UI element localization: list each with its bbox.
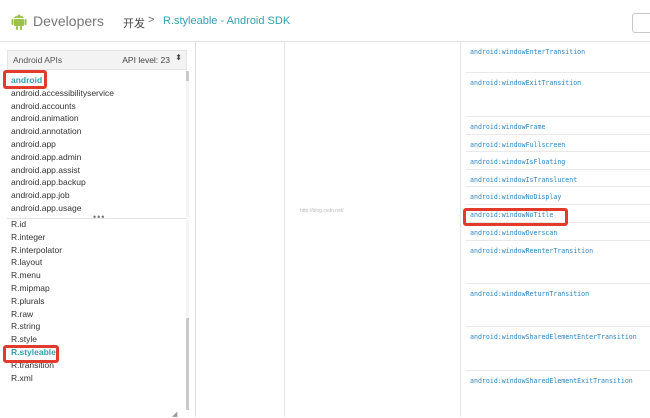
attribute-row: android:windowEnterTransition	[466, 42, 650, 72]
class-item[interactable]: R.layout	[7, 256, 62, 269]
package-item[interactable]: android.app	[7, 138, 114, 151]
attribute-row: android:windowIsFloating	[466, 151, 650, 169]
attribute-row: android:windowSharedElementEnterTransiti…	[466, 326, 650, 370]
column-divider	[460, 42, 461, 417]
search-input[interactable]	[632, 13, 650, 33]
package-item[interactable]: android.accounts	[7, 100, 114, 113]
api-level-select[interactable]: API level: 23	[122, 55, 170, 65]
top-header: Developers 开发 > R.styleable - Android SD…	[0, 0, 650, 42]
package-item[interactable]: android.app.backup	[7, 176, 114, 189]
watermark-text: http://blog.csdn.net/	[300, 208, 344, 214]
attribute-link[interactable]: android:windowReenterTransition	[470, 247, 593, 255]
package-item[interactable]: android.app.job	[7, 189, 114, 202]
column-divider	[284, 42, 285, 417]
class-item[interactable]: R.raw	[7, 308, 62, 321]
highlight-box-window-no-title	[463, 208, 568, 226]
attribute-row: android:windowReenterTransition	[466, 240, 650, 283]
api-level-bar: Android APIs API level: 23 ⬍	[7, 50, 187, 70]
api-level-arrow-icon[interactable]: ⬍	[175, 53, 182, 62]
attribute-link[interactable]: android:windowFrame	[470, 123, 545, 131]
class-item[interactable]: R.plurals	[7, 295, 62, 308]
attribute-link[interactable]: android:windowExitTransition	[470, 79, 581, 87]
package-scrollbar[interactable]	[186, 71, 189, 217]
class-item[interactable]: R.integer	[7, 231, 62, 244]
package-list: android android.accessibilityservice andro…	[7, 74, 114, 215]
android-robot-icon[interactable]	[11, 10, 27, 30]
pane-resize-handle-icon[interactable]: •••	[93, 212, 105, 222]
attribute-link[interactable]: android:windowIsFloating	[470, 158, 565, 166]
attribute-row: android:windowFrame	[466, 116, 650, 134]
package-scrollbar-thumb[interactable]	[186, 71, 189, 81]
attribute-link[interactable]: android:windowEnterTransition	[470, 48, 585, 56]
attribute-link[interactable]: android:windowIsTranslucent	[470, 176, 577, 184]
attribute-link[interactable]: android:windowReturnTransition	[470, 290, 589, 298]
attribute-link[interactable]: android:windowSharedElementExitTransitio…	[470, 377, 633, 385]
attribute-row: android:windowReturnTransition	[466, 283, 650, 326]
highlight-box-android	[3, 70, 47, 89]
breadcrumb-root[interactable]: 开发	[123, 15, 145, 31]
breadcrumb-separator: >	[148, 14, 155, 26]
package-item[interactable]: android.app.assist	[7, 164, 114, 177]
brand-title[interactable]: Developers	[33, 13, 104, 29]
highlight-box-r-styleable	[3, 345, 59, 363]
class-item[interactable]: R.menu	[7, 269, 62, 282]
attribute-link[interactable]: android:windowNoDisplay	[470, 193, 561, 201]
breadcrumb-current-page[interactable]: R.styleable - Android SDK	[163, 15, 290, 27]
api-sidebar: Android APIs API level: 23 ⬍ android andr…	[0, 42, 196, 418]
class-item[interactable]: R.id	[7, 218, 62, 231]
attribute-link[interactable]: android:windowFullscreen	[470, 141, 565, 149]
class-item[interactable]: R.interpolator	[7, 244, 62, 257]
class-item[interactable]: R.xml	[7, 372, 62, 385]
package-item[interactable]: android.animation	[7, 112, 114, 125]
attribute-row: android:windowFullscreen	[466, 134, 650, 151]
attribute-row: android:windowIsTranslucent	[466, 169, 650, 186]
api-title: Android APIs	[13, 55, 63, 65]
attribute-row: android:windowExitTransition	[466, 72, 650, 116]
attribute-row: android:windowNoDisplay	[466, 186, 650, 204]
class-item[interactable]: R.mipmap	[7, 282, 62, 295]
attribute-row: android:windowSharedElementExitTransitio…	[466, 370, 650, 417]
class-scrollbar-thumb[interactable]	[186, 318, 189, 410]
class-item[interactable]: R.string	[7, 320, 62, 333]
package-item[interactable]: android.annotation	[7, 125, 114, 138]
package-item[interactable]: android.app.admin	[7, 151, 114, 164]
attribute-link[interactable]: android:windowSharedElementEnterTransiti…	[470, 333, 637, 341]
main-content: http://blog.csdn.net/ android:windowEnte…	[196, 42, 650, 417]
attribute-link[interactable]: android:windowOverscan	[470, 229, 557, 237]
